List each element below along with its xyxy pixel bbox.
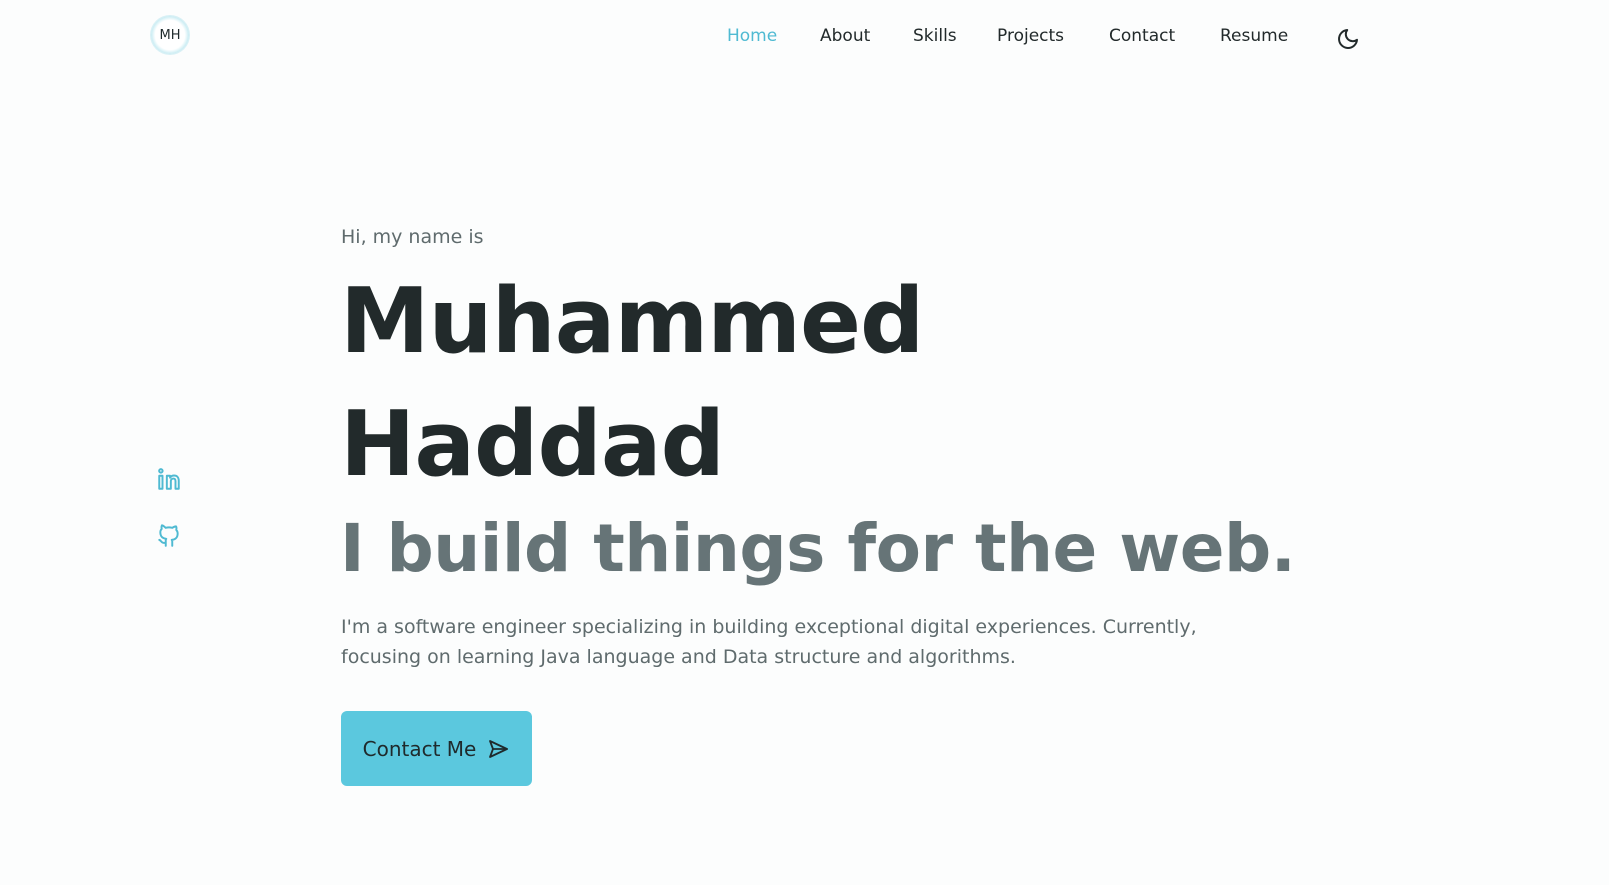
hero-tagline: I build things for the web. — [340, 510, 1296, 587]
hero-name-first: Muhammed — [340, 269, 924, 374]
portfolio-page: MH Home About Skills Projects Contact Re… — [0, 0, 1609, 885]
hero-name-last: Haddad — [340, 392, 725, 497]
contact-me-button[interactable]: Contact Me — [341, 711, 532, 786]
linkedin-icon — [158, 468, 180, 490]
github-icon — [158, 524, 179, 547]
moon-icon — [1338, 29, 1358, 49]
theme-toggle-button[interactable] — [1336, 27, 1360, 51]
nav-item-projects[interactable]: Projects — [997, 26, 1064, 46]
nav-item-about[interactable]: About — [820, 26, 870, 46]
nav-item-skills[interactable]: Skills — [913, 26, 957, 46]
github-link[interactable] — [156, 522, 182, 548]
hero-greeting: Hi, my name is — [341, 226, 484, 248]
linkedin-link[interactable] — [156, 466, 182, 492]
contact-me-label: Contact Me — [362, 736, 477, 761]
nav-item-home[interactable]: Home — [727, 26, 777, 46]
nav-item-resume[interactable]: Resume — [1220, 26, 1288, 46]
hero-description: I'm a software engineer specializing in … — [341, 616, 1197, 668]
nav-item-contact[interactable]: Contact — [1109, 26, 1175, 46]
send-icon — [489, 739, 509, 758]
logo[interactable]: MH — [151, 16, 189, 54]
logo-text: MH — [159, 27, 181, 43]
